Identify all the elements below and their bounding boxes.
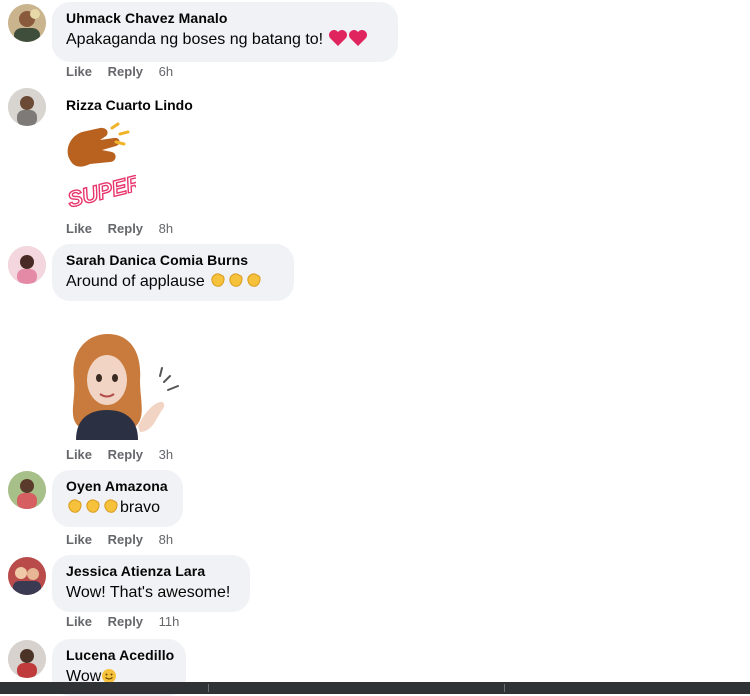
clapping-hands-icon	[66, 497, 84, 521]
comment-time[interactable]: 6h	[159, 64, 173, 79]
comment-bubble: Oyen Amazona bravo	[52, 470, 183, 527]
comment-time[interactable]: 3h	[159, 447, 173, 462]
super-clapping-sticker[interactable]: SUPER!	[60, 122, 152, 214]
clapping-hands-icon	[84, 497, 102, 521]
taskbar-strip	[0, 682, 750, 694]
comment-text: Wow! That's awesome!	[66, 584, 231, 601]
comment-text-content: Apakaganda ng boses ng batang to!	[66, 31, 324, 48]
clapping-hand-icon	[67, 127, 120, 167]
like-button[interactable]: Like	[66, 447, 92, 462]
clapping-hands-icon	[102, 497, 120, 521]
sticker-text: SUPER!	[65, 168, 136, 212]
avatar[interactable]	[8, 4, 46, 42]
comment-actions: Like Reply 8h	[66, 532, 173, 548]
comment-text: Around of applause	[66, 271, 280, 295]
like-button[interactable]: Like	[66, 64, 92, 79]
avatar-waving-sticker[interactable]	[60, 330, 186, 440]
comment-time[interactable]: 11h	[159, 614, 180, 629]
reply-button[interactable]: Reply	[108, 64, 143, 79]
reply-button[interactable]: Reply	[108, 447, 143, 462]
comment-text: bravo	[66, 497, 169, 521]
comment-time[interactable]: 8h	[159, 532, 173, 547]
clapping-hands-icon	[209, 271, 227, 295]
like-button[interactable]: Like	[66, 532, 92, 547]
commenter-name[interactable]: Sarah Danica Comia Burns	[66, 251, 280, 269]
clapping-hands-icon	[245, 271, 263, 295]
avatar[interactable]	[8, 640, 46, 678]
comment-actions: Like Reply 11h	[66, 614, 179, 630]
commenter-name[interactable]: Rizza Cuarto Lindo	[66, 96, 193, 114]
reply-button[interactable]: Reply	[108, 614, 143, 629]
commenter-name[interactable]: Uhmack Chavez Manalo	[66, 9, 384, 27]
avatar[interactable]	[8, 557, 46, 595]
comment-text-content: Around of applause	[66, 273, 205, 290]
red-heart-icon	[348, 29, 368, 53]
avatar[interactable]	[8, 88, 46, 126]
reply-button[interactable]: Reply	[108, 221, 143, 236]
comment-actions: Like Reply 8h	[66, 221, 173, 237]
red-heart-icon	[328, 29, 348, 53]
commenter-name[interactable]: Jessica Atienza Lara	[66, 562, 236, 580]
comment-actions: Like Reply 3h	[66, 447, 173, 463]
comment-text-content: bravo	[120, 499, 161, 516]
like-button[interactable]: Like	[66, 614, 92, 629]
like-button[interactable]: Like	[66, 221, 92, 236]
clapping-hands-icon	[227, 271, 245, 295]
commenter-name[interactable]: Oyen Amazona	[66, 477, 169, 495]
taskbar-divider	[208, 684, 209, 692]
reply-button[interactable]: Reply	[108, 532, 143, 547]
commenter-name[interactable]: Lucena Acedillo	[66, 646, 174, 664]
comment-bubble: Sarah Danica Comia Burns Around of appla…	[52, 244, 294, 301]
avatar[interactable]	[8, 246, 46, 284]
comment-text: Apakaganda ng boses ng batang to!	[66, 29, 384, 53]
taskbar-divider	[504, 684, 505, 692]
comment-time[interactable]: 8h	[159, 221, 173, 236]
comment-bubble: Uhmack Chavez Manalo Apakaganda ng boses…	[52, 2, 398, 62]
comment-bubble: Jessica Atienza Lara Wow! That's awesome…	[52, 555, 250, 612]
comment-actions: Like Reply 6h	[66, 64, 173, 80]
avatar[interactable]	[8, 471, 46, 509]
